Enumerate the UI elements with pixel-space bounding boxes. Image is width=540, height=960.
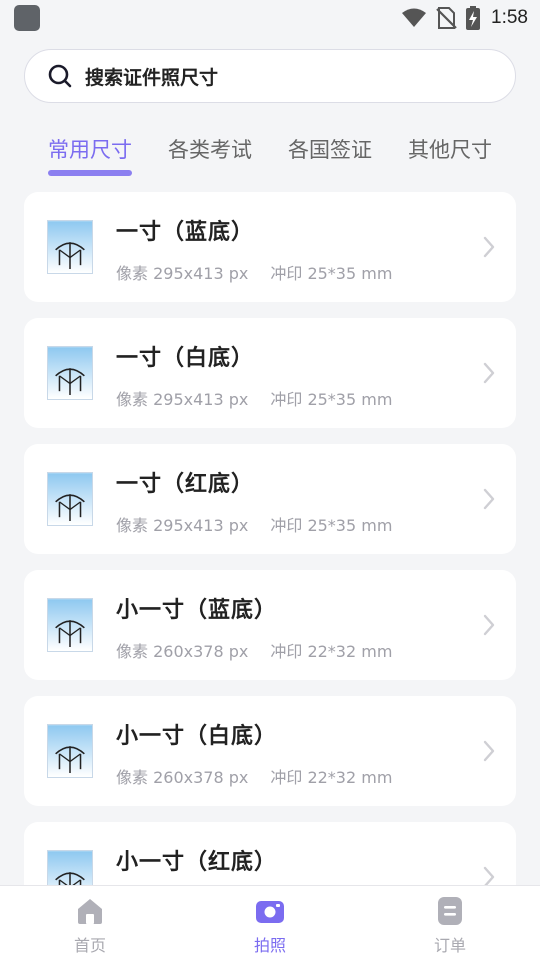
photo-thumbnail-icon bbox=[47, 850, 93, 885]
size-card[interactable]: 一寸（蓝底） 像素 295x413 px 冲印 25*35 mm bbox=[24, 192, 516, 302]
tab-common-sizes[interactable]: 常用尺寸 bbox=[48, 134, 132, 164]
size-title: 小一寸（红底） bbox=[116, 850, 278, 875]
status-icons: 1:58 bbox=[401, 6, 528, 30]
nav-home-label: 首页 bbox=[73, 936, 106, 955]
size-title: 小一寸（白底） bbox=[116, 724, 278, 749]
size-title: 小一寸（蓝底） bbox=[116, 598, 278, 623]
clock: 1:58 bbox=[491, 7, 528, 28]
size-title: 一寸（蓝底） bbox=[116, 220, 255, 245]
photo-thumbnail-icon bbox=[47, 724, 93, 778]
photo-thumbnail-icon bbox=[47, 472, 93, 526]
status-bar: 1:58 bbox=[0, 0, 540, 36]
size-card[interactable]: 一寸（红底） 像素 295x413 px 冲印 25*35 mm bbox=[24, 444, 516, 554]
order-icon bbox=[438, 897, 462, 925]
nav-camera-label: 拍照 bbox=[253, 936, 286, 955]
wifi-icon bbox=[402, 8, 427, 27]
chevron-right-icon bbox=[483, 614, 495, 636]
size-card[interactable]: 小一寸（蓝底） 像素 260x378 px 冲印 22*32 mm bbox=[24, 570, 516, 680]
photo-thumbnail-icon bbox=[47, 598, 93, 652]
size-list: 一寸（蓝底） 像素 295x413 px 冲印 25*35 mm 一寸（白底） 像… bbox=[24, 192, 516, 885]
photo-thumbnail-icon bbox=[47, 220, 93, 274]
chevron-right-icon bbox=[483, 866, 495, 885]
print-size: 冲印 25*35 mm bbox=[270, 516, 393, 535]
nav-home[interactable]: 首页 bbox=[0, 896, 180, 956]
size-specs: 像素 295x413 px 冲印 25*35 mm bbox=[116, 512, 392, 536]
size-specs: 像素 260x378 px 冲印 22*32 mm bbox=[116, 764, 392, 788]
chevron-right-icon bbox=[483, 740, 495, 762]
pixel-size: 像素 295x413 px bbox=[116, 516, 249, 535]
size-specs: 像素 295x413 px 冲印 25*35 mm bbox=[116, 386, 392, 410]
no-sim-icon bbox=[436, 7, 457, 29]
size-card[interactable]: 一寸（白底） 像素 295x413 px 冲印 25*35 mm bbox=[24, 318, 516, 428]
size-card[interactable]: 小一寸（红底） bbox=[24, 822, 516, 885]
pixel-size: 像素 295x413 px bbox=[116, 264, 249, 283]
search-placeholder: 搜索证件照尺寸 bbox=[85, 66, 219, 89]
print-size: 冲印 22*32 mm bbox=[270, 768, 393, 787]
camera-icon bbox=[256, 901, 284, 923]
size-specs: 像素 295x413 px 冲印 25*35 mm bbox=[116, 260, 392, 284]
search-icon bbox=[48, 64, 72, 88]
tab-other-sizes[interactable]: 其他尺寸 bbox=[408, 134, 492, 164]
size-title: 一寸（红底） bbox=[116, 472, 255, 497]
print-size: 冲印 25*35 mm bbox=[270, 264, 393, 283]
chevron-right-icon bbox=[483, 362, 495, 384]
app-icon bbox=[14, 5, 40, 31]
nav-orders[interactable]: 订单 bbox=[360, 896, 540, 956]
size-card[interactable]: 小一寸（白底） 像素 260x378 px 冲印 22*32 mm bbox=[24, 696, 516, 806]
print-size: 冲印 22*32 mm bbox=[270, 642, 393, 661]
chevron-right-icon bbox=[483, 488, 495, 510]
size-specs: 像素 260x378 px 冲印 22*32 mm bbox=[116, 638, 392, 662]
active-tab-indicator bbox=[48, 170, 132, 176]
tab-visas[interactable]: 各国签证 bbox=[288, 134, 372, 164]
battery-charging-icon bbox=[466, 6, 481, 30]
size-title: 一寸（白底） bbox=[116, 346, 255, 371]
chevron-right-icon bbox=[483, 236, 495, 258]
pixel-size: 像素 260x378 px bbox=[116, 642, 249, 661]
tab-exams[interactable]: 各类考试 bbox=[168, 134, 252, 164]
nav-orders-label: 订单 bbox=[433, 936, 466, 955]
pixel-size: 像素 260x378 px bbox=[116, 768, 249, 787]
category-tabs: 常用尺寸 各类考试 各国签证 其他尺寸 bbox=[0, 128, 540, 180]
photo-thumbnail-icon bbox=[47, 346, 93, 400]
search-input[interactable]: 搜索证件照尺寸 bbox=[24, 49, 516, 103]
print-size: 冲印 25*35 mm bbox=[270, 390, 393, 409]
bottom-nav: 首页 拍照 订单 bbox=[0, 885, 540, 960]
pixel-size: 像素 295x413 px bbox=[116, 390, 249, 409]
home-icon bbox=[78, 899, 102, 924]
nav-camera[interactable]: 拍照 bbox=[180, 896, 360, 956]
